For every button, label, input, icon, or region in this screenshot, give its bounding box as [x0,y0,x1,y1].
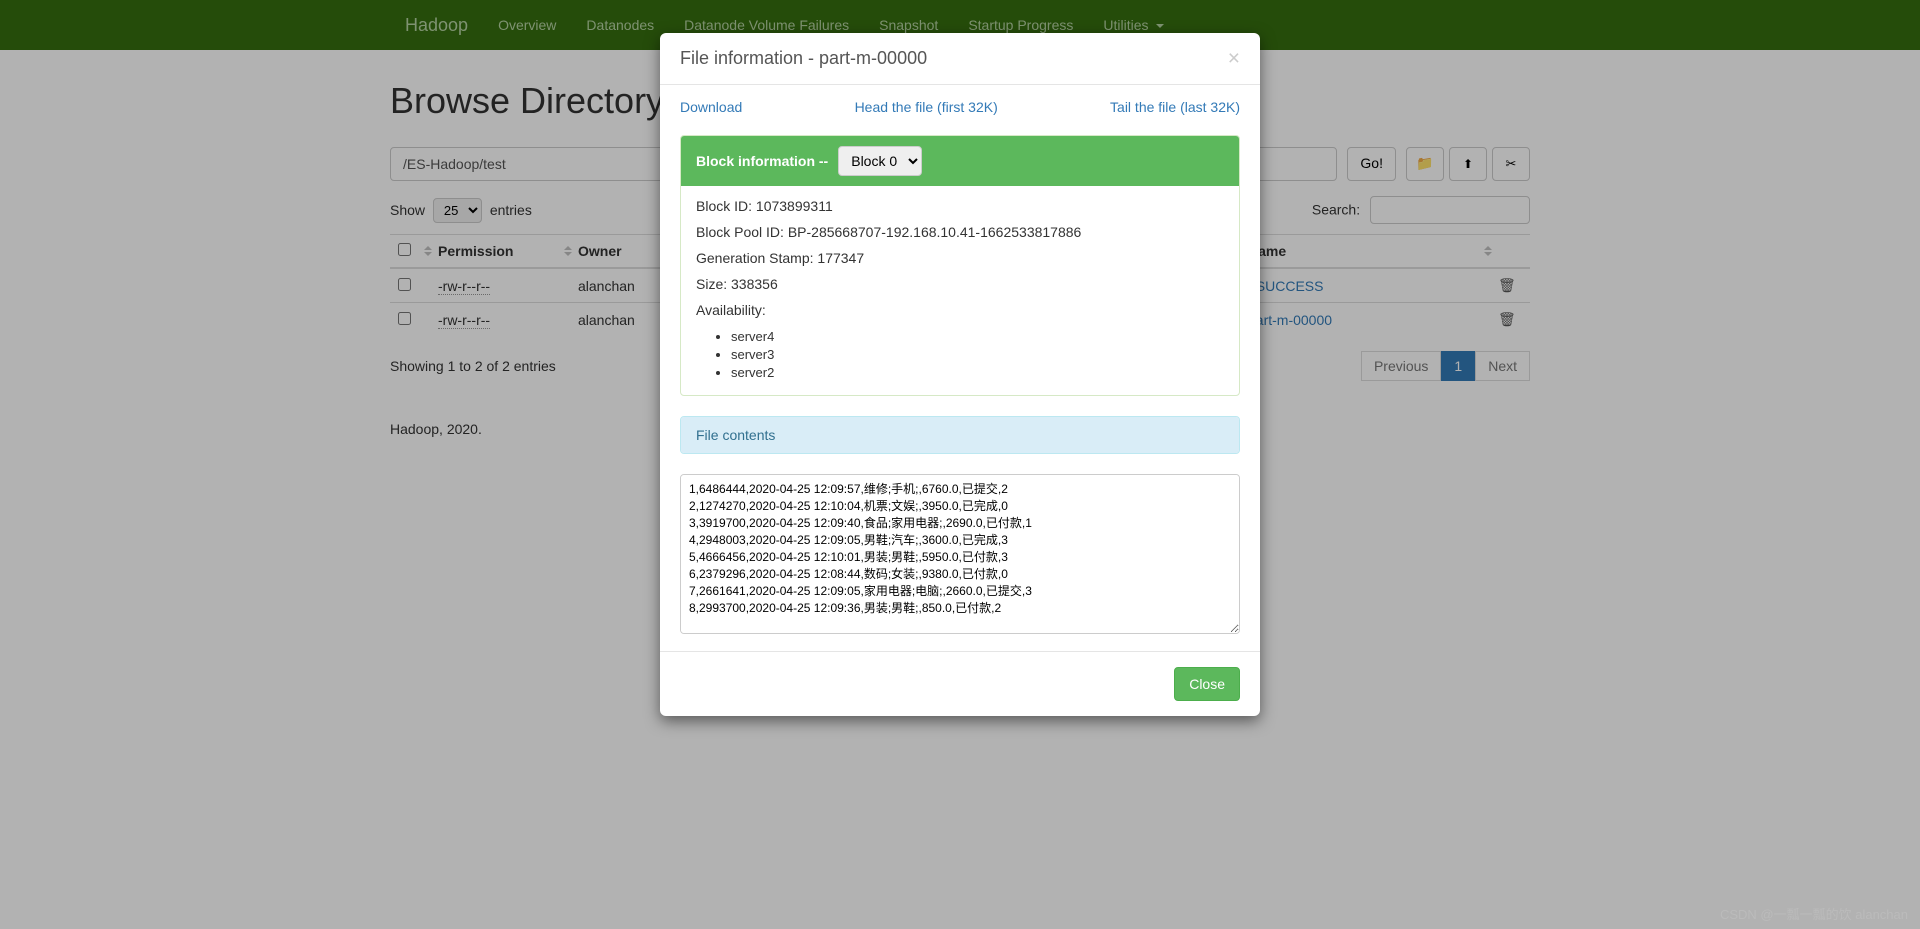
availability-list: server4 server3 server2 [731,328,1224,383]
head-file-link[interactable]: Head the file (first 32K) [855,99,998,115]
modal-title: File information - part-m-00000 [680,48,927,69]
block-select[interactable]: Block 0 [838,146,922,176]
server-item: server4 [731,328,1224,346]
close-button[interactable]: Close [1174,667,1240,701]
availability-label: Availability: [696,302,1224,318]
file-contents-panel: File contents [680,416,1240,454]
server-item: server2 [731,364,1224,382]
close-icon[interactable]: × [1228,48,1240,69]
watermark: CSDN @一瓢一瓢的饮 alanchan [1720,904,1908,923]
file-contents-label: File contents [681,417,1239,453]
block-size: Size: 338356 [696,276,1224,292]
block-info-panel: Block information -- Block 0 Block ID: 1… [680,135,1240,396]
server-item: server3 [731,346,1224,364]
block-id: Block ID: 1073899311 [696,198,1224,214]
generation-stamp: Generation Stamp: 177347 [696,250,1224,266]
block-info-label: Block information -- [696,153,828,169]
tail-file-link[interactable]: Tail the file (last 32K) [1110,99,1240,115]
file-contents-textarea[interactable] [680,474,1240,634]
file-info-modal: File information - part-m-00000 × Downlo… [660,33,1260,716]
block-pool-id: Block Pool ID: BP-285668707-192.168.10.4… [696,224,1224,240]
download-link[interactable]: Download [680,99,742,115]
